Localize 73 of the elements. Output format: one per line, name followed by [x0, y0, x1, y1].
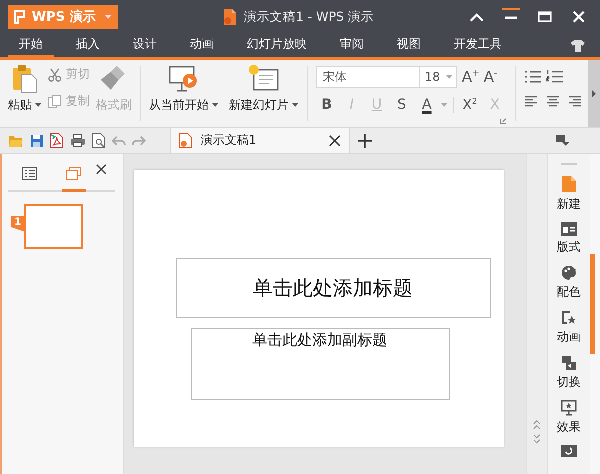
- shirt-icon[interactable]: [570, 38, 586, 52]
- slide-thumbnail[interactable]: [24, 204, 83, 249]
- menu-tab[interactable]: 开发工具: [443, 34, 513, 57]
- font-name-field[interactable]: 宋体: [316, 66, 420, 88]
- task-pane-button[interactable]: 动画: [557, 310, 581, 346]
- caret-icon: [292, 103, 299, 108]
- print-icon[interactable]: [70, 134, 86, 148]
- pdf-export-icon[interactable]: [50, 132, 64, 148]
- document-tab[interactable]: 演示文稿1: [170, 128, 350, 153]
- shrink-font-button[interactable]: A$^{-}$: [484, 68, 498, 86]
- new-slide-button[interactable]: 新建幻灯片: [229, 64, 299, 114]
- document-icon: [222, 8, 238, 26]
- menu-tab[interactable]: 审阅: [329, 34, 375, 57]
- window-title: 演示文稿1 - WPS 演示: [244, 8, 374, 26]
- task-pane-button[interactable]: 切换: [557, 355, 581, 391]
- dialog-launcher-icon[interactable]: [500, 118, 507, 125]
- bullet-list-icon[interactable]: [524, 70, 542, 84]
- task-pane-button[interactable]: 新建: [557, 175, 581, 213]
- slides-view-icon: [66, 167, 82, 181]
- caret-icon: [212, 103, 219, 108]
- subtitle-placeholder[interactable]: 单击此处添加副标题: [190, 328, 450, 400]
- font-size-field[interactable]: 18: [420, 66, 457, 88]
- maximize-icon: [537, 11, 553, 23]
- menu-tab[interactable]: 视图: [386, 34, 432, 57]
- caret-icon: [35, 103, 42, 108]
- align-right-icon[interactable]: [568, 96, 582, 108]
- task-pane-button[interactable]: [561, 445, 577, 457]
- bold-button[interactable]: B: [316, 94, 338, 116]
- layout-icon: [561, 222, 577, 236]
- transition-icon: [561, 355, 577, 371]
- outline-view-icon: [22, 167, 38, 181]
- pane-toggle-handle[interactable]: [590, 254, 595, 354]
- superscript-button[interactable]: X$^{2}$: [459, 94, 481, 116]
- play-from-current-button[interactable]: 从当前开始: [149, 64, 219, 114]
- print-preview-icon[interactable]: [92, 132, 106, 148]
- caret-icon: [105, 14, 112, 20]
- star-slide-icon: [561, 310, 577, 326]
- menu-tab[interactable]: 插入: [65, 34, 111, 57]
- task-pane-button[interactable]: 配色: [557, 265, 581, 301]
- menu-tab[interactable]: 开始: [8, 34, 54, 57]
- save-icon[interactable]: [30, 134, 44, 148]
- slide-number: 1: [11, 216, 25, 232]
- clipboard-icon: [11, 64, 39, 94]
- menu-tab[interactable]: 幻灯片放映: [236, 34, 318, 57]
- align-left-icon[interactable]: [524, 96, 538, 108]
- effect-icon: [561, 400, 577, 416]
- plus-icon[interactable]: [358, 134, 372, 148]
- app-logo-icon: [14, 10, 26, 24]
- close-icon: [572, 10, 586, 24]
- scissors-icon: [48, 68, 62, 82]
- task-pane-button[interactable]: 效果: [557, 400, 581, 436]
- align-center-icon[interactable]: [546, 96, 560, 108]
- tab-menu-icon[interactable]: [556, 134, 570, 146]
- caret-icon: [446, 74, 453, 80]
- palette-icon: [561, 265, 577, 281]
- title-placeholder[interactable]: 单击此处添加标题: [176, 258, 490, 318]
- presentation-file-icon: [179, 132, 193, 148]
- close-icon[interactable]: [329, 134, 341, 146]
- paste-button[interactable]: 粘贴: [8, 64, 42, 114]
- rotate-icon: [561, 445, 577, 457]
- font-color-button[interactable]: A: [416, 94, 438, 116]
- grow-font-button[interactable]: A$^{+}$: [462, 68, 480, 86]
- copy-icon: [48, 94, 62, 108]
- chevron-up-icon: [469, 11, 485, 23]
- menu-tab[interactable]: 设计: [122, 34, 168, 57]
- shadow-button[interactable]: S: [391, 94, 413, 116]
- menu-tab[interactable]: 动画: [179, 34, 225, 57]
- grip-handle-icon[interactable]: [561, 162, 577, 166]
- numbered-list-icon[interactable]: [546, 70, 564, 84]
- task-pane-button[interactable]: 版式: [557, 222, 581, 256]
- play-slide-icon: [168, 64, 200, 94]
- triangle-right-icon: [591, 88, 597, 98]
- new-document-icon: [561, 175, 577, 193]
